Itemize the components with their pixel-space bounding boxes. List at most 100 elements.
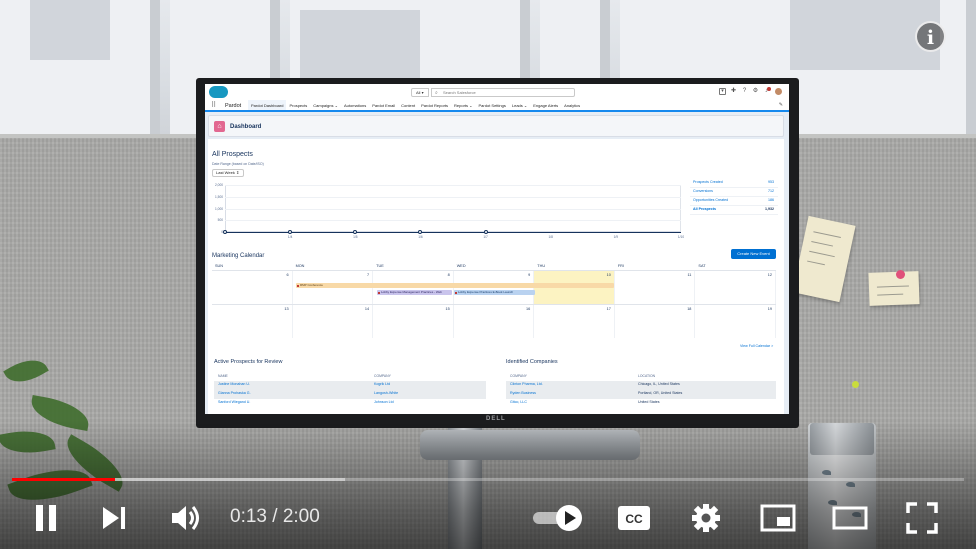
gridline	[225, 208, 681, 210]
calendar-day[interactable]: 19	[695, 305, 776, 338]
stat-row[interactable]: Opportunities Created 186	[690, 197, 778, 206]
nav-tab-pardot-email[interactable]: Pardot Email	[369, 100, 398, 112]
pause-button[interactable]	[28, 498, 64, 538]
day-number: 19	[767, 307, 772, 311]
calendar-day[interactable]: 6	[212, 271, 293, 304]
nav-tab-reports[interactable]: Reports ⌄	[451, 100, 475, 112]
nav-tab-pardot-dashboard[interactable]: Pardot Dashboard	[248, 100, 287, 112]
current-time: 0:13	[230, 506, 267, 527]
calendar-day[interactable]: 15	[373, 305, 454, 338]
help-icon[interactable]: ?	[741, 88, 748, 95]
calendar-event[interactable]: RMP Conference	[296, 283, 614, 288]
push-pin	[852, 381, 859, 388]
fullscreen-button[interactable]	[902, 498, 942, 538]
identified-companies-table: COMPANY LOCATION Clinton Pharma, Ltd. Ch…	[506, 373, 776, 408]
company-link[interactable]: Johnson Ltd	[374, 400, 394, 404]
favorites-icon[interactable]: ▾	[719, 88, 726, 95]
setup-gear-icon[interactable]: ⚙	[752, 88, 759, 95]
x-tick-label: 1/9	[613, 235, 619, 239]
stat-row-total[interactable]: All Prospects 1,932	[690, 206, 778, 215]
notifications-bell-icon[interactable]: ♪	[763, 87, 771, 95]
table-header-row: COMPANY LOCATION	[506, 373, 776, 381]
calendar-day[interactable]: 13	[212, 305, 293, 338]
prospect-name-link[interactable]: Sanford Wiegand U.	[218, 400, 250, 404]
user-avatar[interactable]	[774, 87, 783, 96]
edit-nav-pencil-icon[interactable]: ✎	[779, 102, 783, 108]
x-tick-label: 1/8	[548, 235, 553, 239]
table-header-row: NAME COMPANY	[214, 373, 486, 381]
nav-tab-engage-alerts[interactable]: Engage Alerts	[530, 100, 561, 112]
captions-button[interactable]: CC	[614, 498, 654, 538]
company-link[interactable]: Kogrik Ltd	[374, 382, 390, 386]
next-button[interactable]	[96, 498, 132, 538]
calendar-day[interactable]: 18	[615, 305, 696, 338]
company-link[interactable]: Ryden Business	[510, 391, 536, 395]
table-row: Gitco, LLC United States	[506, 399, 776, 408]
prospect-name-link[interactable]: Gianna Prohaska G.	[218, 391, 251, 395]
calendar-day[interactable]: 12	[695, 271, 776, 304]
calendar-event[interactable]: Lobby Expense Practices E-Book Launch	[454, 290, 535, 295]
create-new-event-button[interactable]: Create New Event	[731, 249, 776, 259]
calendar-day[interactable]: 11	[615, 271, 696, 304]
theater-icon	[832, 506, 868, 530]
nav-tab-prospects[interactable]: Prospects	[286, 100, 310, 112]
x-tick-label: 1/6	[418, 235, 423, 239]
prospect-name-link[interactable]: Justine Monahan U.	[218, 382, 250, 386]
nav-tab-pardot-reports[interactable]: Pardot Reports	[418, 100, 451, 112]
date-range-select[interactable]: Last Week ⇕	[212, 169, 244, 177]
data-point[interactable]	[483, 230, 488, 234]
calendar-day[interactable]: 14	[293, 305, 374, 338]
table-row: Sanford Wiegand U. Johnson Ltd	[214, 399, 486, 408]
nav-tab-leads[interactable]: Leads ⌄	[509, 100, 530, 112]
column-header[interactable]: LOCATION	[638, 374, 655, 378]
nav-tab-campaigns[interactable]: Campaigns ⌄	[310, 100, 341, 112]
miniplayer-icon	[760, 504, 796, 532]
autoplay-toggle[interactable]	[530, 498, 586, 538]
nav-tab-analytics[interactable]: Analytics	[561, 100, 583, 112]
settings-button[interactable]	[688, 498, 724, 538]
nav-tab-content[interactable]: Content	[398, 100, 418, 112]
push-pin	[896, 270, 905, 279]
calendar-week: 6 7 8 9 10 11 12 RMP Conference Lobby Ex…	[212, 270, 776, 304]
calendar-day[interactable]: 16	[454, 305, 535, 338]
data-point[interactable]	[288, 230, 293, 234]
location-text: Portland, OR, United States	[638, 391, 683, 395]
dashboard-content: All Prospects Date Range (based on Date/…	[208, 139, 784, 414]
calendar-day[interactable]: 17	[534, 305, 615, 338]
add-icon[interactable]: ✚	[730, 88, 737, 95]
company-link[interactable]: Gitco, LLC	[510, 400, 527, 404]
day-number: 15	[445, 307, 450, 311]
calendar-event[interactable]: Lobby Expense Management Practices - Web	[377, 290, 452, 295]
progress-bar[interactable]	[12, 478, 964, 481]
gridline	[225, 185, 681, 186]
theater-mode-button[interactable]	[830, 498, 870, 538]
data-point[interactable]	[418, 230, 423, 234]
day-header: WED	[456, 264, 466, 268]
day-number: 11	[687, 273, 692, 277]
data-point[interactable]	[353, 230, 358, 234]
company-link[interactable]: Langosh-White	[374, 391, 398, 395]
calendar-day-headers: SUN MON TUE WED THU FRI SAT	[212, 262, 776, 270]
app-launcher-grid-icon[interactable]: ⠿	[211, 102, 216, 110]
company-link[interactable]: Clinton Pharma, Ltd.	[510, 382, 543, 386]
stat-row[interactable]: Prospects Created 953	[690, 179, 778, 188]
nav-tab-automations[interactable]: Automations	[341, 100, 369, 112]
search-scope-select[interactable]: All ▾	[411, 88, 429, 97]
stat-row[interactable]: Conversions 712	[690, 188, 778, 197]
info-icon[interactable]: i	[915, 21, 946, 52]
nav-tab-label: Reports	[454, 103, 469, 108]
view-full-calendar-link[interactable]: View Full Calendar >	[740, 344, 773, 348]
nav-tab-pardot-settings[interactable]: Pardot Settings	[476, 100, 509, 112]
all-prospects-title: All Prospects	[212, 151, 253, 158]
column-header[interactable]: COMPANY	[374, 374, 391, 378]
page-header: ⌂ Dashboard	[208, 115, 784, 137]
mute-button[interactable]	[166, 498, 206, 538]
stat-value: 712	[768, 189, 774, 193]
miniplayer-button[interactable]	[758, 498, 798, 538]
data-point[interactable]	[223, 230, 227, 234]
global-search-input[interactable]: ⌕ Search Salesforce	[431, 88, 575, 97]
column-header[interactable]: NAME	[218, 374, 228, 378]
day-number: 13	[284, 307, 289, 311]
next-icon	[103, 507, 125, 529]
column-header[interactable]: COMPANY	[510, 374, 527, 378]
